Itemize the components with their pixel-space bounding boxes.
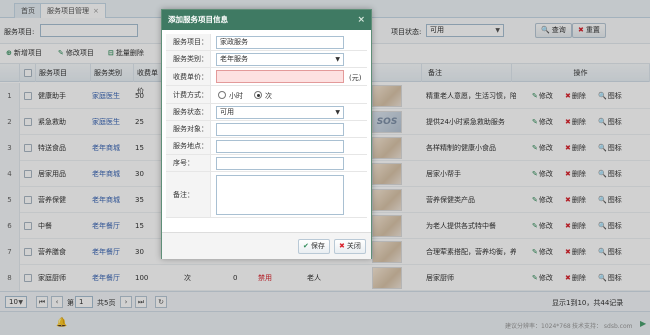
price-label: 收费单价： [166,68,211,85]
target-field[interactable] [216,123,344,136]
radio-hour-label: 小时 [229,92,243,100]
check-icon: ✔ [303,242,309,250]
chevron-down-icon: ▼ [335,109,340,116]
status-field-value: 可用 [220,108,234,116]
form-row-place: 服务地点： [166,138,367,155]
place-field[interactable] [216,140,344,153]
form-row-status: 服务状态： 可用 ▼ [166,104,367,121]
close-button-label: 关闭 [346,242,361,250]
chevron-down-icon: ▼ [335,56,340,63]
radio-hour[interactable] [218,91,226,99]
form-row-name: 服务项目： 家政服务 [166,34,367,51]
status-field-select[interactable]: 可用 ▼ [216,106,344,119]
close-icon: ✖ [339,242,345,250]
remark-textarea[interactable] [216,175,344,215]
dialog-footer: ✔ 保存 ✖ 关闭 [162,232,371,259]
form-row-seq: 序号： [166,155,367,172]
form-row-price: 收费单价： (元) [166,68,367,86]
form-row-method: 计费方式： 小时 次 [166,86,367,104]
place-label: 服务地点： [166,138,211,154]
form-row-target: 服务对象： [166,121,367,138]
dialog-title-text: 添加服务项目信息 [168,15,228,24]
save-button[interactable]: ✔ 保存 [298,239,330,254]
price-unit: (元) [349,74,362,82]
radio-time-label: 次 [265,92,272,100]
remark-label: 备注： [166,172,211,217]
name-label: 服务项目： [166,34,211,50]
save-button-label: 保存 [310,242,325,250]
add-service-dialog: 添加服务项目信息 × 服务项目： 家政服务 服务类别： 老年服务 ▼ 收费单价： (… [161,9,372,259]
form-row-remark: 备注： [166,172,367,218]
target-label: 服务对象： [166,121,211,137]
category-select-value: 老年服务 [220,55,248,63]
close-button[interactable]: ✖ 关闭 [334,239,366,254]
category-label: 服务类别： [166,51,211,67]
service-name-field[interactable]: 家政服务 [216,36,344,49]
method-label: 计费方式： [166,86,211,103]
close-icon[interactable]: × [357,10,365,30]
category-select[interactable]: 老年服务 ▼ [216,53,344,66]
status-field-label: 服务状态： [166,104,211,120]
seq-label: 序号： [166,155,211,171]
form-row-category: 服务类别： 老年服务 ▼ [166,51,367,68]
radio-time[interactable] [254,91,262,99]
price-field[interactable] [216,70,344,83]
seq-field[interactable] [216,157,344,170]
dialog-title: 添加服务项目信息 × [162,10,371,30]
